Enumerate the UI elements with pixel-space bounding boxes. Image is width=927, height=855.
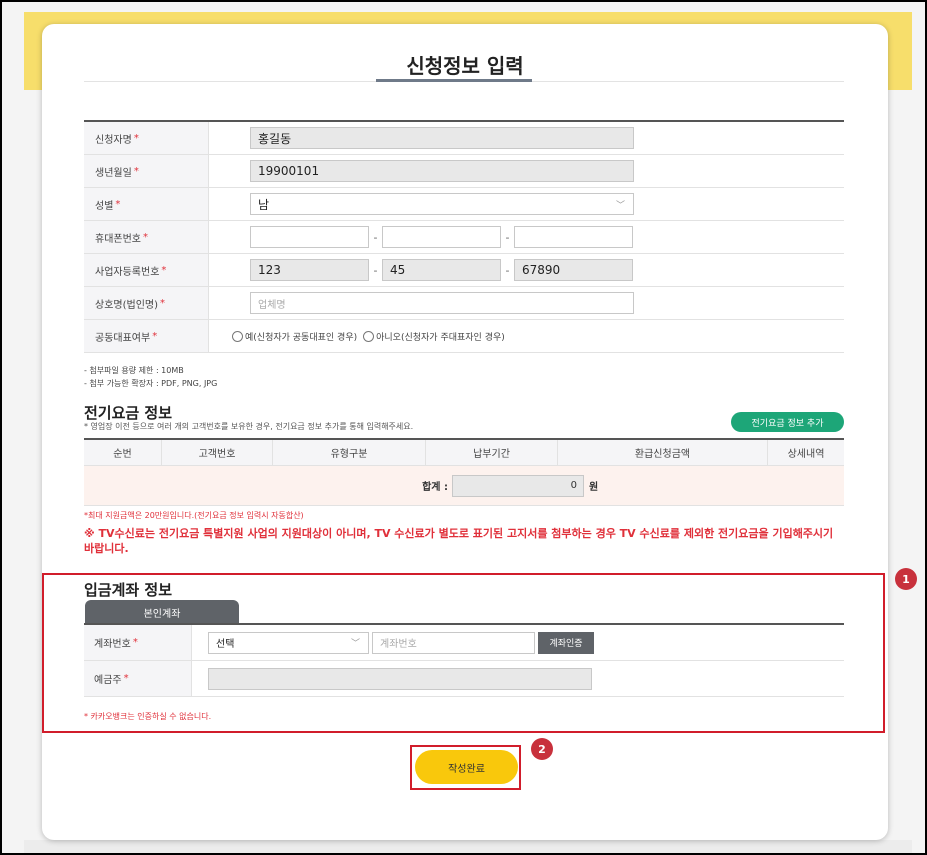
col-customer-no: 고객번호 <box>162 440 273 465</box>
gender-value: 남 <box>258 197 270 212</box>
name-field[interactable]: 홍길동 <box>250 127 634 149</box>
dash-separator: - <box>373 263 378 277</box>
tab-own-account[interactable]: 본인계좌 <box>85 600 239 624</box>
holder-field <box>208 667 592 690</box>
dash-separator: - <box>505 230 510 244</box>
row-birth: 생년월일 * 19900101 <box>84 155 844 188</box>
footer-band <box>24 840 912 853</box>
electric-total-row: 합계 : 0 원 <box>84 466 844 506</box>
radio-button[interactable] <box>232 330 243 342</box>
col-period: 납부기간 <box>426 440 558 465</box>
phone-field-3[interactable] <box>514 226 633 248</box>
dash-separator: - <box>373 230 378 244</box>
kakao-bank-note: * 카카오뱅크는 인증하실 수 없습니다. <box>84 712 212 721</box>
page-title: 신청정보 입력 <box>406 54 524 78</box>
required-mark: * <box>132 637 138 648</box>
gender-label: 성별 <box>95 200 114 212</box>
phone-field-2[interactable] <box>382 226 501 248</box>
window-frame: 신청정보 입력 신청자명 * 홍길동 생년월일 * 19900101 성별 * 남 ﹀ … <box>0 0 927 855</box>
electric-section-title: 전기요금 정보 <box>84 404 173 422</box>
step-badge-2: 2 <box>531 738 553 760</box>
account-section-title: 입금계좌 정보 <box>84 581 173 599</box>
electric-table-header: 순번 고객번호 유형구분 납부기간 환급신청금액 상세내역 <box>84 440 844 466</box>
required-mark: * <box>160 297 166 309</box>
phone-label: 휴대폰번호 <box>95 233 141 245</box>
required-mark: * <box>161 264 167 276</box>
row-holder: 예금주 * <box>84 661 844 697</box>
name-label: 신청자명 <box>95 134 132 146</box>
add-electric-button[interactable]: 전기요금 정보 추가 <box>731 412 844 432</box>
joint-label: 공동대표여부 <box>95 332 151 344</box>
gender-select[interactable]: 남 ﹀ <box>250 193 634 215</box>
total-label: 합계 : <box>422 482 448 493</box>
biz-no-field-3[interactable]: 67890 <box>514 259 633 281</box>
tv-fee-warning: ※ TV수신료는 전기요금 특별지원 사업의 지원대상이 아니며, TV 수신료… <box>84 527 834 555</box>
account-number-field[interactable]: 계좌번호 <box>372 631 535 654</box>
row-joint: 공동대표여부 * 예(신청자가 공동대표인 경우) 아니오(신청자가 주대표자인 … <box>84 320 844 353</box>
holder-label: 예금주 <box>94 675 122 686</box>
account-no-label: 계좌번호 <box>94 639 131 650</box>
company-label: 상호명(법인명) <box>95 299 159 311</box>
step-badge-1: 1 <box>895 568 917 590</box>
required-mark: * <box>152 330 158 342</box>
birth-field[interactable]: 19900101 <box>250 160 634 182</box>
biz-no-field-1[interactable]: 123 <box>250 259 369 281</box>
col-detail: 상세내역 <box>787 449 825 460</box>
bank-select-value: 선택 <box>216 639 235 650</box>
joint-yes-label: 예(신청자가 공동대표인 경우) <box>245 332 358 343</box>
phone-field-1[interactable] <box>250 226 369 248</box>
file-ext-note: - 첨부 가능한 확장자 : PDF, PNG, JPG <box>84 379 218 388</box>
company-field[interactable]: 업체명 <box>250 292 634 314</box>
file-size-note: - 첨부파일 용량 제한 : 10MB <box>84 366 184 375</box>
radio-button[interactable] <box>363 330 375 342</box>
row-company: 상호명(법인명) * 업체명 <box>84 287 844 320</box>
row-phone: 휴대폰번호 * - - <box>84 221 844 254</box>
required-mark: * <box>133 165 139 177</box>
dash-separator: - <box>505 263 510 277</box>
attachment-notes: - 첨부파일 용량 제한 : 10MB - 첨부 가능한 확장자 : PDF, … <box>84 364 217 390</box>
row-gender: 성별 * 남 ﹀ <box>84 188 844 221</box>
electric-table: 순번 고객번호 유형구분 납부기간 환급신청금액 상세내역 합계 : 0 원 <box>84 438 844 506</box>
electric-section-subtitle: * 영업장 이전 등으로 여러 개의 고객번호를 보유한 경우, 전기요금 정보… <box>84 422 414 431</box>
col-seq: 순번 <box>84 440 162 465</box>
row-name: 신청자명 * 홍길동 <box>84 122 844 155</box>
required-mark: * <box>133 132 139 144</box>
required-mark: * <box>123 673 129 684</box>
row-account-no: 계좌번호 * 선택 ﹀ 계좌번호 계좌인증 <box>84 625 844 661</box>
joint-radio-group: 예(신청자가 공동대표인 경우) 아니오(신청자가 주대표자인 경우) <box>232 330 511 343</box>
account-form: 계좌번호 * 선택 ﹀ 계좌번호 계좌인증 예금주 * <box>84 623 844 697</box>
col-type: 유형구분 <box>273 440 426 465</box>
biz-no-field-2[interactable]: 45 <box>382 259 501 281</box>
total-field: 0 <box>452 474 584 497</box>
joint-no-option[interactable]: 아니오(신청자가 주대표자인 경우) <box>363 330 505 343</box>
chevron-down-icon: ﹀ <box>350 639 360 649</box>
joint-yes-option[interactable]: 예(신청자가 공동대표인 경우) <box>232 330 357 343</box>
submit-button[interactable]: 작성완료 <box>415 750 518 784</box>
title-underline <box>376 79 532 82</box>
joint-no-label: 아니오(신청자가 주대표자인 경우) <box>376 332 505 343</box>
required-mark: * <box>115 198 121 210</box>
chevron-down-icon: ﹀ <box>615 200 625 211</box>
col-refund-amount: 환급신청금액 <box>558 440 768 465</box>
required-mark: * <box>143 231 148 243</box>
max-support-note: *최대 지원금액은 20만원입니다.(전기요금 정보 입력시 자동합산) <box>84 511 304 520</box>
birth-label: 생년월일 <box>95 167 132 179</box>
total-unit: 원 <box>589 482 599 493</box>
row-biz-no: 사업자등록번호 * 123 - 45 - 67890 <box>84 254 844 287</box>
verify-account-button[interactable]: 계좌인증 <box>538 631 594 654</box>
applicant-form: 신청자명 * 홍길동 생년월일 * 19900101 성별 * 남 ﹀ 휴대폰번호 * -… <box>84 120 844 353</box>
biz-no-label: 사업자등록번호 <box>95 266 160 278</box>
bank-select[interactable]: 선택 ﹀ <box>208 631 369 654</box>
